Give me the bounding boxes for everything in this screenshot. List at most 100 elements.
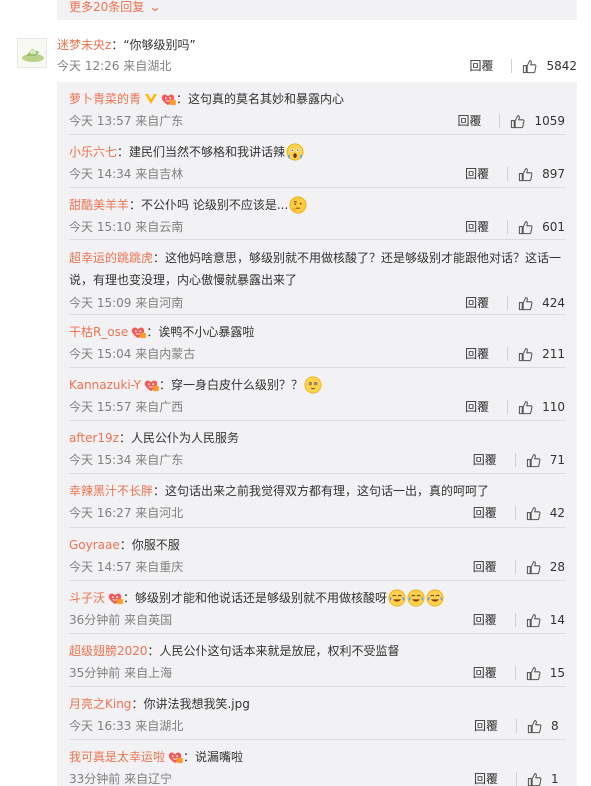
reply-time: 今天 13:57 bbox=[69, 114, 132, 128]
divider bbox=[514, 613, 516, 627]
reply-actions: 回覆 897 bbox=[465, 166, 565, 182]
thumbs-up-icon[interactable] bbox=[518, 296, 533, 311]
reply-text: ：人民公仆这句话本来就是放屁，权利不受监督 bbox=[147, 644, 400, 658]
like-count: 14 bbox=[549, 613, 565, 627]
reply-divider bbox=[69, 473, 565, 474]
reply-item: 超级翅膀2020：人民公仆这句话本来就是放屁，权利不受监督 35分钟前 来自上海 回… bbox=[69, 641, 565, 687]
reply-username[interactable]: 超幸运的跳跳虎 bbox=[69, 251, 153, 265]
divider bbox=[516, 772, 517, 786]
reply-actions: 回覆 211 bbox=[465, 346, 565, 362]
reply-item: 我可真是太幸运啦 ：说漏嘴啦 33分钟前 来自辽宁 回覆 1 bbox=[69, 747, 565, 786]
divider bbox=[511, 59, 513, 73]
reply-button[interactable]: 回覆 bbox=[473, 612, 497, 628]
reply-username[interactable]: 月亮之King bbox=[69, 697, 131, 711]
reply-button[interactable]: 回覆 bbox=[465, 219, 489, 235]
reply-actions: 回覆 8 bbox=[474, 718, 565, 734]
reply-divider bbox=[69, 187, 565, 188]
reply-item: 月亮之King：你讲法我想我笑.jpg 今天 16:33 来自湖北 回覆 8 bbox=[69, 694, 565, 740]
main-comment-username[interactable]: 迷梦未央z bbox=[57, 38, 111, 52]
reply-time: 33分钟前 bbox=[69, 772, 121, 786]
reply-location: 来自吉林 bbox=[135, 167, 184, 181]
reply-username[interactable]: Kannazuki-Y bbox=[69, 378, 141, 392]
reply-button[interactable]: 回覆 bbox=[457, 113, 481, 129]
reply-location: 来自英国 bbox=[124, 613, 173, 627]
divider bbox=[514, 453, 516, 467]
speechless-emoji bbox=[304, 376, 322, 394]
chevron-down-icon[interactable]: ⌄ bbox=[149, 0, 162, 14]
avatar[interactable] bbox=[17, 38, 47, 68]
reply-text: ：人民公仆为人民服务 bbox=[118, 431, 239, 445]
thumbs-up-icon[interactable] bbox=[518, 347, 533, 362]
reply-divider bbox=[69, 739, 565, 740]
like-count: 1059 bbox=[534, 114, 565, 128]
reply-item: 甜酷美羊羊：不公仆吗 论级别不应该是... 今天 15:10 来自云南 回覆 601 bbox=[69, 195, 565, 240]
thumbs-up-icon[interactable] bbox=[518, 400, 533, 415]
reply-username[interactable]: 干枯R_ose bbox=[69, 325, 128, 339]
reply-content: Kannazuki-Y ：穿一身白皮什么级别？？ bbox=[69, 375, 565, 395]
reply-button[interactable]: 回覆 bbox=[473, 505, 497, 521]
reply-text: ：你讲法我想我笑.jpg bbox=[131, 697, 250, 711]
reply-location: 来自广西 bbox=[135, 400, 184, 414]
reply-content: 萝卜青菜的青 ：这句真的莫名其妙和暴露内心 bbox=[69, 89, 565, 109]
face-scream-emoji bbox=[286, 143, 304, 161]
reply-button[interactable]: 回覆 bbox=[474, 771, 498, 786]
reply-button[interactable]: 回覆 bbox=[469, 58, 493, 74]
reply-actions: 回覆 15 bbox=[473, 665, 565, 681]
thumbs-up-icon[interactable] bbox=[527, 772, 542, 786]
reply-time: 今天 16:33 bbox=[69, 719, 132, 733]
thumbs-up-icon[interactable] bbox=[518, 220, 533, 235]
thumbs-up-icon[interactable] bbox=[526, 453, 541, 468]
reply-button[interactable]: 回覆 bbox=[465, 346, 489, 362]
reply-button[interactable]: 回覆 bbox=[465, 295, 489, 311]
reply-divider bbox=[69, 527, 565, 528]
reply-username[interactable]: 萝卜青菜的青 bbox=[69, 92, 141, 106]
thumbs-up-icon[interactable] bbox=[526, 613, 541, 628]
thumbs-up-icon[interactable] bbox=[510, 114, 525, 129]
more-replies-link[interactable]: 更多20条回复 ⌄ bbox=[69, 0, 162, 14]
reply-button[interactable]: 回覆 bbox=[474, 718, 498, 734]
reply-username[interactable]: 甜酷美羊羊 bbox=[69, 198, 129, 212]
avatar-image[interactable] bbox=[18, 39, 47, 68]
reply-button[interactable]: 回覆 bbox=[473, 452, 497, 468]
thumbs-up-icon[interactable] bbox=[526, 560, 541, 575]
reply-username[interactable]: 斗子沃 bbox=[69, 591, 105, 605]
reply-username[interactable]: after19z bbox=[69, 431, 119, 445]
main-comment-actions: 回覆 5842 bbox=[469, 58, 577, 74]
fan-badge-icon bbox=[168, 752, 183, 764]
more-replies-label[interactable]: 更多20条回复 bbox=[69, 0, 144, 14]
reply-button[interactable]: 回覆 bbox=[465, 399, 489, 415]
thumbs-up-icon[interactable] bbox=[527, 719, 542, 734]
thumbs-up-icon[interactable] bbox=[522, 59, 537, 74]
reply-item: 干枯R_ose ：诶鸭不小心暴露啦 今天 15:04 来自内蒙古 回覆 211 bbox=[69, 322, 565, 368]
reply-button[interactable]: 回覆 bbox=[473, 665, 497, 681]
reply-username[interactable]: 小乐六七 bbox=[69, 145, 117, 159]
divider bbox=[507, 400, 509, 414]
reply-time: 今天 15:10 bbox=[69, 220, 132, 234]
divider bbox=[507, 167, 509, 181]
main-comment: 迷梦未央z：“你够级别吗” bbox=[57, 37, 196, 53]
reply-location: 来自重庆 bbox=[135, 560, 184, 574]
reply-button[interactable]: 回覆 bbox=[473, 559, 497, 575]
laugh-cry-emoji bbox=[426, 589, 444, 607]
like-count: 5842 bbox=[546, 59, 577, 73]
reply-username[interactable]: 超级翅膀2020 bbox=[69, 644, 148, 658]
thumbs-up-icon[interactable] bbox=[526, 506, 541, 521]
reply-button[interactable]: 回覆 bbox=[465, 166, 489, 182]
reply-username[interactable]: 幸辣黑汁不长胖 bbox=[69, 484, 153, 498]
reply-username[interactable]: 我可真是太幸运啦 bbox=[69, 750, 165, 764]
divider bbox=[514, 666, 516, 680]
reply-actions: 回覆 42 bbox=[473, 505, 565, 521]
reply-location: 来自上海 bbox=[124, 666, 173, 680]
reply-time: 35分钟前 bbox=[69, 666, 121, 680]
reply-time: 36分钟前 bbox=[69, 613, 121, 627]
divider bbox=[507, 296, 509, 310]
reply-text: ：这他妈啥意思，够级别就不用做核酸了？还是够级别才能跟他对话？这话一 bbox=[153, 251, 562, 265]
divider bbox=[514, 560, 516, 574]
thumbs-up-icon[interactable] bbox=[518, 167, 533, 182]
fan-badge-icon bbox=[108, 593, 123, 605]
reply-username[interactable]: Goyraae bbox=[69, 538, 120, 552]
reply-content: 幸辣黑汁不长胖：这句话出来之前我觉得双方都有理，这句话一出，真的呵呵了 bbox=[69, 481, 565, 501]
reply-item: 萝卜青菜的青 ：这句真的莫名其妙和暴露内心 今天 13:57 来自广东 回覆 1059 bbox=[69, 89, 565, 135]
thumbs-up-icon[interactable] bbox=[526, 666, 541, 681]
reply-content: 超级翅膀2020：人民公仆这句话本来就是放屁，权利不受监督 bbox=[69, 641, 565, 661]
